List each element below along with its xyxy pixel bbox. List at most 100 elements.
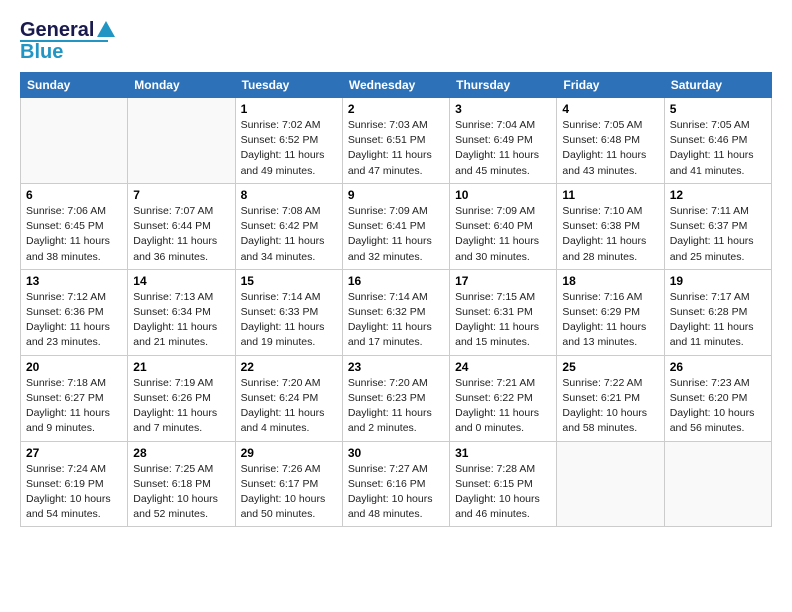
calendar-cell: 28 Sunrise: 7:25 AM Sunset: 6:18 PM Dayli… bbox=[128, 441, 235, 527]
day-info: Sunrise: 7:14 AM Sunset: 6:33 PM Dayligh… bbox=[241, 290, 337, 351]
day-info: Sunrise: 7:20 AM Sunset: 6:24 PM Dayligh… bbox=[241, 376, 337, 437]
calendar-cell: 24 Sunrise: 7:21 AM Sunset: 6:22 PM Dayli… bbox=[450, 355, 557, 441]
day-info: Sunrise: 7:14 AM Sunset: 6:32 PM Dayligh… bbox=[348, 290, 444, 351]
calendar-cell: 8 Sunrise: 7:08 AM Sunset: 6:42 PM Daylig… bbox=[235, 183, 342, 269]
day-number: 1 bbox=[241, 102, 337, 116]
calendar-cell: 13Sunrise: 7:12 AM Sunset: 6:36 PM Dayli… bbox=[21, 269, 128, 355]
day-info: Sunrise: 7:06 AM Sunset: 6:45 PM Dayligh… bbox=[26, 204, 122, 265]
col-header-monday: Monday bbox=[128, 73, 235, 98]
calendar-cell bbox=[557, 441, 664, 527]
day-info: Sunrise: 7:19 AM Sunset: 6:26 PM Dayligh… bbox=[133, 376, 229, 437]
day-number: 10 bbox=[455, 188, 551, 202]
day-number: 30 bbox=[348, 446, 444, 460]
day-number: 12 bbox=[670, 188, 766, 202]
col-header-friday: Friday bbox=[557, 73, 664, 98]
day-number: 2 bbox=[348, 102, 444, 116]
day-number: 8 bbox=[241, 188, 337, 202]
calendar-header-row: SundayMondayTuesdayWednesdayThursdayFrid… bbox=[21, 73, 772, 98]
calendar-cell: 29 Sunrise: 7:26 AM Sunset: 6:17 PM Dayli… bbox=[235, 441, 342, 527]
calendar-week-row: 20Sunrise: 7:18 AM Sunset: 6:27 PM Dayli… bbox=[21, 355, 772, 441]
day-number: 22 bbox=[241, 360, 337, 374]
day-info: Sunrise: 7:04 AM Sunset: 6:49 PM Dayligh… bbox=[455, 118, 551, 179]
day-info: Sunrise: 7:11 AM Sunset: 6:37 PM Dayligh… bbox=[670, 204, 766, 265]
col-header-wednesday: Wednesday bbox=[342, 73, 449, 98]
day-info: Sunrise: 7:22 AM Sunset: 6:21 PM Dayligh… bbox=[562, 376, 658, 437]
day-info: Sunrise: 7:07 AM Sunset: 6:44 PM Dayligh… bbox=[133, 204, 229, 265]
calendar-cell: 4 Sunrise: 7:05 AM Sunset: 6:48 PM Daylig… bbox=[557, 98, 664, 184]
day-info: Sunrise: 7:08 AM Sunset: 6:42 PM Dayligh… bbox=[241, 204, 337, 265]
day-info: Sunrise: 7:09 AM Sunset: 6:40 PM Dayligh… bbox=[455, 204, 551, 265]
day-info: Sunrise: 7:28 AM Sunset: 6:15 PM Dayligh… bbox=[455, 462, 551, 523]
day-number: 6 bbox=[26, 188, 122, 202]
day-number: 21 bbox=[133, 360, 229, 374]
calendar-week-row: 6 Sunrise: 7:06 AM Sunset: 6:45 PM Daylig… bbox=[21, 183, 772, 269]
day-number: 3 bbox=[455, 102, 551, 116]
calendar-cell: 19 Sunrise: 7:17 AM Sunset: 6:28 PM Dayli… bbox=[664, 269, 771, 355]
logo-general-part: General bbox=[20, 20, 94, 40]
day-number: 14 bbox=[133, 274, 229, 288]
day-number: 26 bbox=[670, 360, 766, 374]
day-info: Sunrise: 7:15 AM Sunset: 6:31 PM Dayligh… bbox=[455, 290, 551, 351]
logo-triangle-icon bbox=[96, 20, 116, 40]
calendar-cell: 11Sunrise: 7:10 AM Sunset: 6:38 PM Dayli… bbox=[557, 183, 664, 269]
calendar-cell: 20Sunrise: 7:18 AM Sunset: 6:27 PM Dayli… bbox=[21, 355, 128, 441]
day-info: Sunrise: 7:23 AM Sunset: 6:20 PM Dayligh… bbox=[670, 376, 766, 437]
calendar-cell: 25 Sunrise: 7:22 AM Sunset: 6:21 PM Dayli… bbox=[557, 355, 664, 441]
day-info: Sunrise: 7:25 AM Sunset: 6:18 PM Dayligh… bbox=[133, 462, 229, 523]
day-number: 16 bbox=[348, 274, 444, 288]
day-number: 31 bbox=[455, 446, 551, 460]
calendar-cell: 7 Sunrise: 7:07 AM Sunset: 6:44 PM Daylig… bbox=[128, 183, 235, 269]
day-info: Sunrise: 7:09 AM Sunset: 6:41 PM Dayligh… bbox=[348, 204, 444, 265]
calendar-cell: 30 Sunrise: 7:27 AM Sunset: 6:16 PM Dayli… bbox=[342, 441, 449, 527]
day-info: Sunrise: 7:21 AM Sunset: 6:22 PM Dayligh… bbox=[455, 376, 551, 437]
calendar-cell: 15 Sunrise: 7:14 AM Sunset: 6:33 PM Dayli… bbox=[235, 269, 342, 355]
day-info: Sunrise: 7:05 AM Sunset: 6:46 PM Dayligh… bbox=[670, 118, 766, 179]
calendar-week-row: 1Sunrise: 7:02 AM Sunset: 6:52 PM Daylig… bbox=[21, 98, 772, 184]
day-number: 9 bbox=[348, 188, 444, 202]
calendar-cell: 21 Sunrise: 7:19 AM Sunset: 6:26 PM Dayli… bbox=[128, 355, 235, 441]
day-info: Sunrise: 7:20 AM Sunset: 6:23 PM Dayligh… bbox=[348, 376, 444, 437]
day-number: 15 bbox=[241, 274, 337, 288]
calendar-cell bbox=[664, 441, 771, 527]
logo-blue-part: Blue bbox=[20, 42, 63, 62]
col-header-sunday: Sunday bbox=[21, 73, 128, 98]
calendar-cell bbox=[128, 98, 235, 184]
calendar-cell: 14 Sunrise: 7:13 AM Sunset: 6:34 PM Dayli… bbox=[128, 269, 235, 355]
calendar-week-row: 27Sunrise: 7:24 AM Sunset: 6:19 PM Dayli… bbox=[21, 441, 772, 527]
calendar-cell: 31 Sunrise: 7:28 AM Sunset: 6:15 PM Dayli… bbox=[450, 441, 557, 527]
day-info: Sunrise: 7:10 AM Sunset: 6:38 PM Dayligh… bbox=[562, 204, 658, 265]
day-number: 17 bbox=[455, 274, 551, 288]
page-header: General Blue bbox=[20, 20, 772, 62]
day-info: Sunrise: 7:05 AM Sunset: 6:48 PM Dayligh… bbox=[562, 118, 658, 179]
day-info: Sunrise: 7:26 AM Sunset: 6:17 PM Dayligh… bbox=[241, 462, 337, 523]
day-info: Sunrise: 7:03 AM Sunset: 6:51 PM Dayligh… bbox=[348, 118, 444, 179]
day-number: 23 bbox=[348, 360, 444, 374]
day-number: 25 bbox=[562, 360, 658, 374]
logo: General Blue bbox=[20, 20, 116, 62]
logo-combined: General bbox=[20, 20, 116, 40]
calendar-cell: 2 Sunrise: 7:03 AM Sunset: 6:51 PM Daylig… bbox=[342, 98, 449, 184]
day-number: 28 bbox=[133, 446, 229, 460]
day-number: 20 bbox=[26, 360, 122, 374]
day-info: Sunrise: 7:12 AM Sunset: 6:36 PM Dayligh… bbox=[26, 290, 122, 351]
day-info: Sunrise: 7:16 AM Sunset: 6:29 PM Dayligh… bbox=[562, 290, 658, 351]
day-info: Sunrise: 7:17 AM Sunset: 6:28 PM Dayligh… bbox=[670, 290, 766, 351]
day-info: Sunrise: 7:27 AM Sunset: 6:16 PM Dayligh… bbox=[348, 462, 444, 523]
calendar-cell: 22 Sunrise: 7:20 AM Sunset: 6:24 PM Dayli… bbox=[235, 355, 342, 441]
calendar-cell: 10 Sunrise: 7:09 AM Sunset: 6:40 PM Dayli… bbox=[450, 183, 557, 269]
calendar-cell: 12 Sunrise: 7:11 AM Sunset: 6:37 PM Dayli… bbox=[664, 183, 771, 269]
col-header-tuesday: Tuesday bbox=[235, 73, 342, 98]
calendar-cell bbox=[21, 98, 128, 184]
day-number: 18 bbox=[562, 274, 658, 288]
day-number: 24 bbox=[455, 360, 551, 374]
day-number: 27 bbox=[26, 446, 122, 460]
day-number: 19 bbox=[670, 274, 766, 288]
calendar-cell: 27Sunrise: 7:24 AM Sunset: 6:19 PM Dayli… bbox=[21, 441, 128, 527]
day-info: Sunrise: 7:13 AM Sunset: 6:34 PM Dayligh… bbox=[133, 290, 229, 351]
col-header-saturday: Saturday bbox=[664, 73, 771, 98]
calendar-cell: 3 Sunrise: 7:04 AM Sunset: 6:49 PM Daylig… bbox=[450, 98, 557, 184]
day-number: 7 bbox=[133, 188, 229, 202]
calendar-cell: 9 Sunrise: 7:09 AM Sunset: 6:41 PM Daylig… bbox=[342, 183, 449, 269]
day-number: 29 bbox=[241, 446, 337, 460]
day-number: 4 bbox=[562, 102, 658, 116]
